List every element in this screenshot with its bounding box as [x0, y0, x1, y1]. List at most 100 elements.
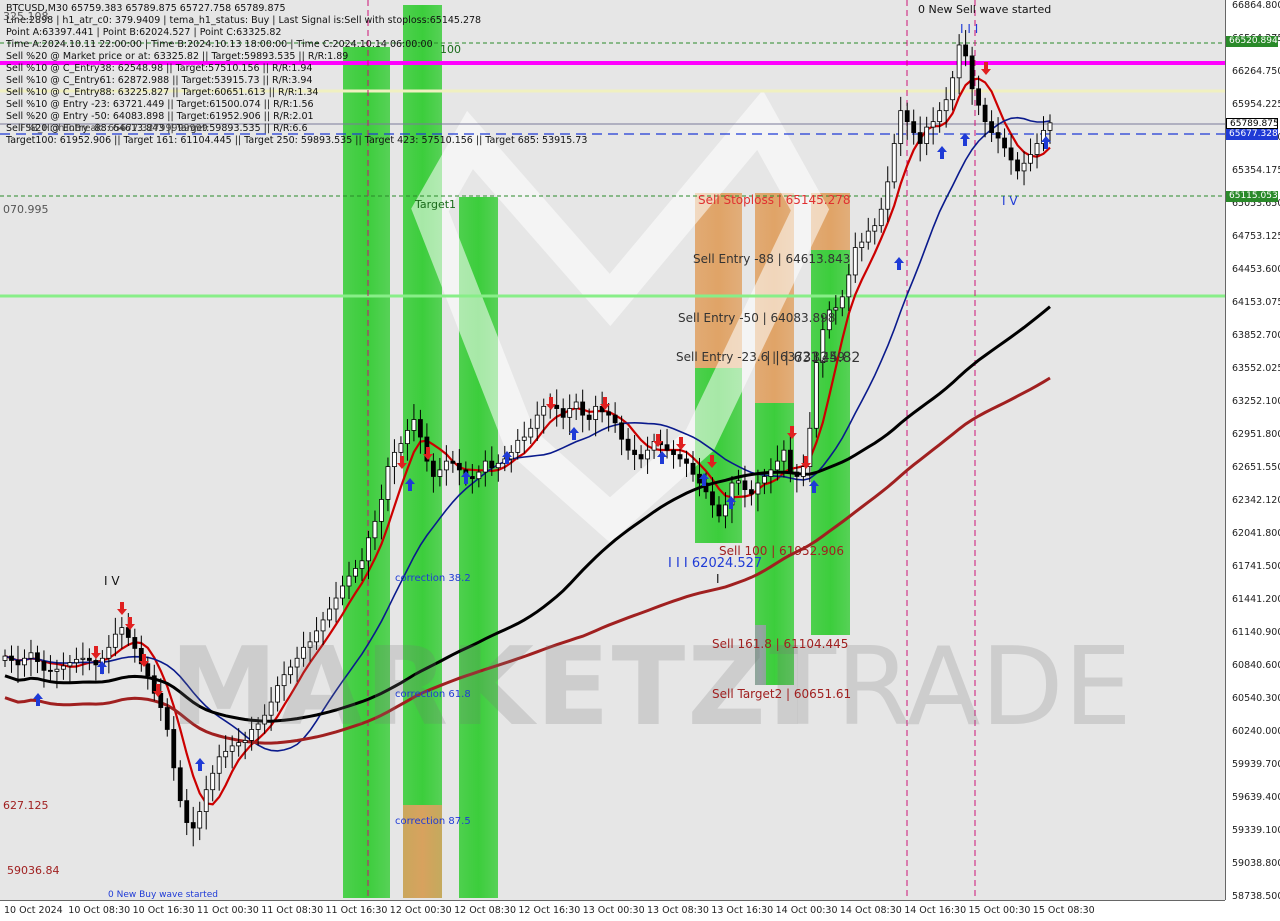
candle-body — [346, 575, 352, 587]
time-axis[interactable]: 10 Oct 2024 10 Oct 08:30 10 Oct 16:30 11 Oc… — [0, 900, 1225, 921]
candle-body — [73, 658, 79, 664]
candle-body — [515, 439, 521, 453]
candle-body — [164, 707, 170, 730]
wave-iv-top: I V — [1002, 194, 1018, 208]
candle-body — [379, 499, 384, 522]
candle-body — [1021, 162, 1027, 172]
candle-body — [898, 110, 904, 144]
candle-body — [956, 44, 962, 79]
candle-body — [878, 208, 884, 227]
candle-body — [768, 469, 774, 477]
candle-body — [469, 476, 475, 480]
time-tick-label: 11 Oct 00:30 — [196, 905, 259, 916]
candle-body — [710, 491, 715, 506]
candle-body — [911, 121, 917, 133]
candle-body — [366, 537, 371, 562]
candle-body — [482, 460, 488, 473]
left-price-2: 627.125 — [3, 799, 49, 812]
candle-body — [554, 404, 560, 409]
candle-body — [937, 110, 943, 123]
candle-body — [340, 585, 345, 599]
price-tick-label: 61441.200 — [1232, 594, 1280, 605]
header-info-line: Point A:63397.441 | Point B:62024.527 | … — [6, 27, 282, 38]
candle-body — [1002, 137, 1007, 149]
candle-body — [216, 756, 222, 774]
price-tick-label: 59939.700 — [1232, 759, 1280, 770]
candle-body — [677, 454, 683, 460]
point-b-label: I I I 62024.527 — [668, 556, 763, 571]
left-price-top: 325.108 — [3, 10, 49, 23]
header-info-line: Sell %20 @ Entry -50: 64083.898 || Targe… — [6, 111, 314, 122]
candle-body — [930, 121, 936, 128]
price-badge: 66520.894 — [1226, 36, 1278, 47]
candle-body — [1034, 143, 1040, 155]
price-tick-label: 63552.025 — [1232, 363, 1280, 374]
price-tick-label: 62651.550 — [1232, 462, 1280, 473]
sell-entry-88-label: Sell Entry -88 | 64613.843 — [693, 252, 851, 266]
candle-body — [327, 608, 332, 621]
candle-body — [372, 520, 378, 539]
time-tick-label: 10 Oct 16:30 — [132, 905, 195, 916]
price-tick-label: 59639.400 — [1232, 792, 1280, 803]
candle-body — [2, 655, 8, 661]
candle-body — [872, 225, 878, 232]
candle-body — [813, 362, 819, 429]
sell-stoploss-label: Sell Stoploss | 65145.278 — [698, 193, 851, 207]
price-tick-label: 60840.600 — [1232, 660, 1280, 671]
price-tick-label: 64153.075 — [1232, 297, 1280, 308]
candle-body — [762, 476, 767, 484]
header-info-line: Sell %10 @ Entry -23: 63721.449 || Targe… — [6, 99, 314, 110]
candle-body — [61, 665, 66, 670]
time-tick-label: 11 Oct 08:30 — [261, 905, 324, 916]
candle-body — [392, 451, 397, 468]
candle-body — [197, 811, 203, 829]
candle-body — [418, 419, 423, 438]
candle-body — [86, 657, 92, 661]
candle-body — [112, 633, 118, 648]
sell-entry-50-label: Sell Entry -50 | 64083.898 — [678, 311, 836, 325]
candle-body — [690, 462, 696, 475]
point-c-label: | | | 63325.82 — [766, 350, 861, 366]
candle-body — [989, 121, 994, 133]
header-info-line: Target100: 61952.906 || Target 161: 6110… — [6, 135, 588, 146]
candle-body — [917, 132, 923, 144]
candle-body — [736, 480, 741, 484]
candle-body — [794, 471, 800, 477]
price-tick-label: 64453.600 — [1232, 264, 1280, 275]
candle-body — [443, 460, 449, 471]
price-tick-label: 65354.175 — [1232, 165, 1280, 176]
candle-body — [943, 99, 949, 112]
candle-body — [203, 789, 209, 812]
price-axis[interactable]: 66864.80066564.27566264.75065954.2256565… — [1225, 0, 1280, 902]
candle-body — [151, 675, 157, 694]
candle-body — [132, 637, 138, 649]
candle-body — [534, 414, 540, 429]
price-tick-label: 64753.125 — [1232, 231, 1280, 242]
candle-body — [177, 767, 183, 802]
candle-body — [405, 430, 410, 445]
candle-body — [9, 655, 14, 661]
candle-body — [586, 414, 592, 420]
time-tick-label: 13 Oct 16:30 — [711, 905, 774, 916]
candle-body — [924, 126, 930, 144]
price-tick-label: 59038.800 — [1232, 858, 1280, 869]
header-info-line: Sell %10 @ C_Entry61: 62872.988 || Targe… — [6, 75, 313, 86]
candle-body — [184, 800, 190, 823]
buy-arrow-icon — [960, 133, 970, 146]
candle-body — [456, 462, 462, 471]
candle-body — [859, 241, 865, 248]
time-tick-label: 14 Oct 00:30 — [775, 905, 838, 916]
plot-area[interactable]: MARKETZI TRADE BTCUSD,M30 65759.383 6578… — [0, 0, 1225, 900]
buy-arrow-icon — [937, 146, 947, 159]
correction-38-label: correction 38.2 — [395, 573, 471, 584]
header-info-line: Sell %10 @ C_Entry38: 62548.98 || Target… — [6, 63, 313, 74]
candle-body — [833, 307, 839, 311]
candle-body — [619, 422, 625, 440]
sell-161-label: Sell 161.8 | 61104.445 — [712, 637, 849, 651]
candle-body — [723, 504, 728, 517]
candle-body — [48, 669, 53, 672]
wave-iv-left: I V — [104, 574, 120, 588]
candle-body — [904, 110, 910, 123]
candle-body — [41, 661, 47, 671]
time-tick-label: 10 Oct 08:30 — [68, 905, 131, 916]
